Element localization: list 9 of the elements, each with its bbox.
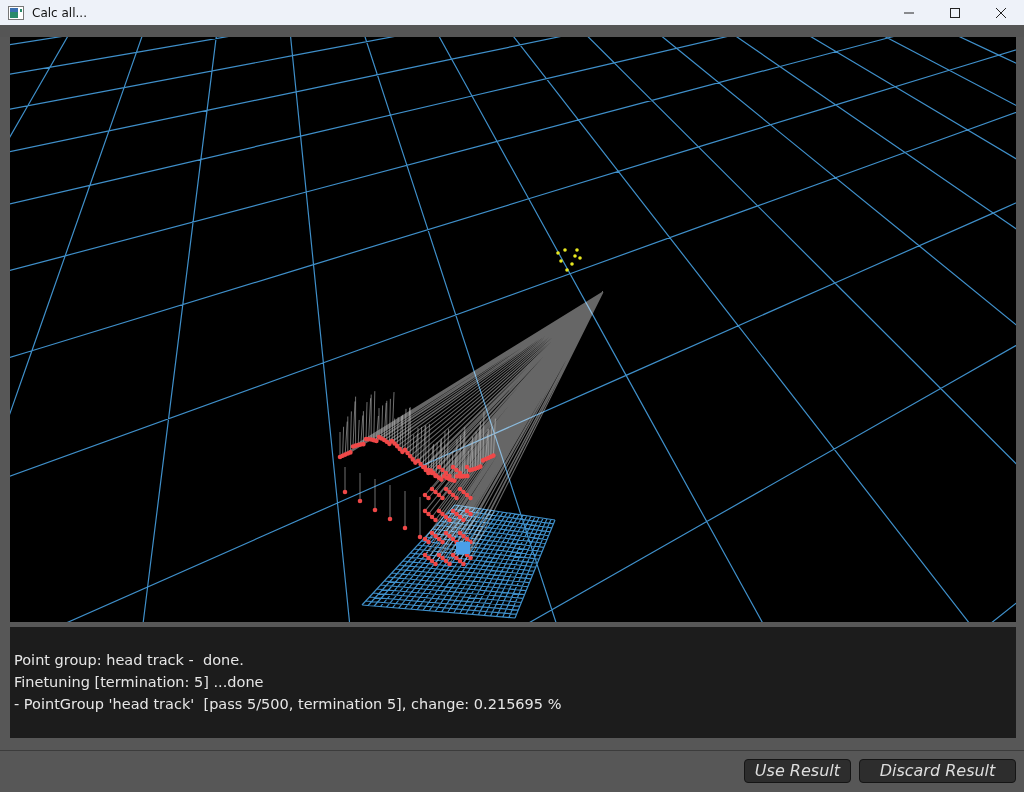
- log-line: Finetuning [termination: 5] ...done: [14, 673, 264, 692]
- app-icon: [8, 5, 24, 20]
- use-result-button[interactable]: Use Result: [743, 759, 851, 783]
- log-line: Point group: head track - done.: [14, 651, 244, 670]
- maximize-icon: [950, 7, 960, 18]
- window-title: Calc all...: [32, 4, 88, 22]
- log-line: - PointGroup 'head track' [pass 5/500, termination 5], change: 0.215695 %: [14, 695, 562, 714]
- discard-result-button[interactable]: Discard Result: [859, 759, 1016, 783]
- close-icon: [996, 7, 1006, 18]
